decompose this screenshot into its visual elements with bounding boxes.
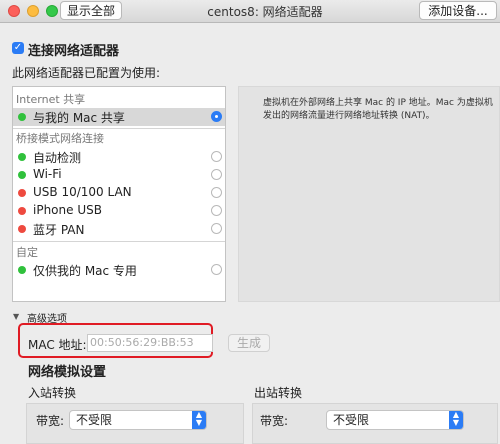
adapter-config-subtitle: 此网络适配器已配置为使用: bbox=[12, 66, 161, 80]
radio-icon[interactable] bbox=[211, 223, 222, 234]
inbound-bandwidth-select[interactable]: 不受限 ▲ ▼ bbox=[69, 410, 207, 430]
show-all-button[interactable]: 显示全部 bbox=[60, 1, 122, 20]
inbound-title: 入站转换 bbox=[28, 386, 77, 400]
radio-icon[interactable] bbox=[211, 151, 222, 162]
list-item-label: USB 10/100 LAN bbox=[33, 185, 132, 199]
connect-adapter-checkbox[interactable]: ✓ bbox=[12, 42, 24, 54]
list-item-usb-lan[interactable]: USB 10/100 LAN bbox=[13, 184, 225, 202]
radio-selected-icon[interactable] bbox=[211, 111, 222, 122]
connect-adapter-label[interactable]: 连接网络适配器 bbox=[28, 40, 119, 59]
window-title: centos8: 网络适配器 bbox=[207, 5, 323, 19]
outbound-bandwidth-label: 带宽: bbox=[260, 414, 289, 428]
title-bar: 显示全部 centos8: 网络适配器 添加设备... bbox=[0, 0, 500, 23]
select-arrows-icon: ▲ ▼ bbox=[449, 411, 463, 429]
close-window-button[interactable] bbox=[8, 5, 20, 17]
list-item-label: 仅供我的 Mac 专用 bbox=[33, 264, 137, 278]
list-item-label: 蓝牙 PAN bbox=[33, 223, 85, 237]
generate-button[interactable]: 生成 bbox=[228, 334, 270, 352]
group-header-bridged: 桥接模式网络连接 bbox=[16, 132, 104, 145]
outbound-title: 出站转换 bbox=[254, 386, 303, 400]
status-red-icon bbox=[18, 189, 26, 197]
network-simulation-title: 网络模拟设置 bbox=[28, 365, 107, 380]
list-item-label: iPhone USB bbox=[33, 203, 102, 217]
status-green-icon bbox=[18, 266, 26, 274]
list-item-label: 自动检测 bbox=[33, 151, 82, 165]
group-divider bbox=[13, 241, 225, 242]
group-header-internet-sharing: Internet 共享 bbox=[16, 93, 86, 106]
status-green-icon bbox=[18, 171, 26, 179]
list-item-auto-detect[interactable]: 自动检测 bbox=[13, 148, 225, 166]
status-red-icon bbox=[18, 225, 26, 233]
select-arrows-icon: ▲ ▼ bbox=[192, 411, 206, 429]
inbound-bandwidth-value: 不受限 bbox=[76, 413, 113, 427]
list-item-mac-only[interactable]: 仅供我的 Mac 专用 bbox=[13, 261, 225, 279]
list-item-wifi[interactable]: Wi-Fi bbox=[13, 166, 225, 184]
outbound-bandwidth-select[interactable]: 不受限 ▲ ▼ bbox=[326, 410, 464, 430]
list-item-share-mac[interactable]: 与我的 Mac 共享 bbox=[13, 108, 225, 126]
description-panel: 虚拟机在外部网络上共享 Mac 的 IP 地址。Mac 为虚拟机发出的网络流量进… bbox=[238, 86, 500, 302]
description-text: 虚拟机在外部网络上共享 Mac 的 IP 地址。Mac 为虚拟机发出的网络流量进… bbox=[263, 98, 493, 121]
list-item-label: 与我的 Mac 共享 bbox=[33, 111, 125, 125]
disclosure-triangle-icon[interactable]: ▼ bbox=[13, 312, 19, 321]
status-red-icon bbox=[18, 207, 26, 215]
list-item-label: Wi-Fi bbox=[33, 167, 62, 181]
list-item-iphone-usb[interactable]: iPhone USB bbox=[13, 202, 225, 220]
list-item-bluetooth-pan[interactable]: 蓝牙 PAN bbox=[13, 220, 225, 238]
radio-icon[interactable] bbox=[211, 264, 222, 275]
radio-icon[interactable] bbox=[211, 205, 222, 216]
add-device-button[interactable]: 添加设备... bbox=[419, 1, 497, 20]
radio-icon[interactable] bbox=[211, 187, 222, 198]
group-header-custom: 自定 bbox=[16, 246, 38, 259]
group-divider bbox=[13, 128, 225, 129]
zoom-window-button[interactable] bbox=[46, 5, 58, 17]
mac-address-field[interactable]: 00:50:56:29:BB:53 bbox=[87, 334, 213, 352]
radio-icon[interactable] bbox=[211, 169, 222, 180]
mac-address-label: MAC 地址: bbox=[28, 338, 87, 352]
outbound-bandwidth-value: 不受限 bbox=[333, 413, 370, 427]
status-green-icon bbox=[18, 113, 26, 121]
inbound-bandwidth-label: 带宽: bbox=[36, 414, 65, 428]
network-source-list[interactable]: Internet 共享 与我的 Mac 共享 桥接模式网络连接 自动检测 Wi-… bbox=[12, 86, 226, 302]
status-green-icon bbox=[18, 153, 26, 161]
minimize-window-button[interactable] bbox=[27, 5, 39, 17]
